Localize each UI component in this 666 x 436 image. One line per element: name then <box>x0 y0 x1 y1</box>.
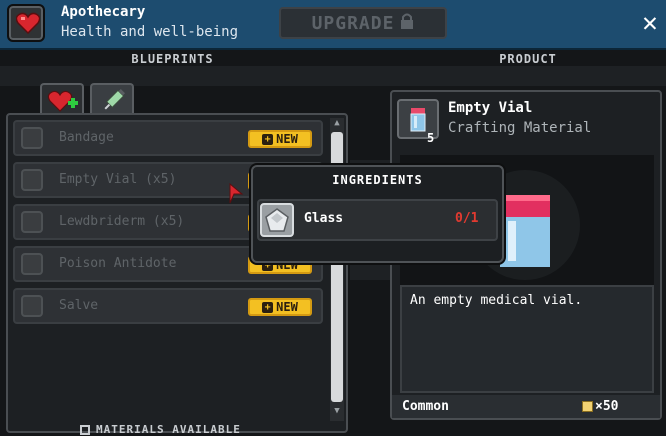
upgrade-button[interactable]: UPGRADE <box>279 7 447 39</box>
page-subtitle: Health and well-being <box>61 24 239 40</box>
ingredient-name: Glass <box>304 211 344 226</box>
blueprint-row[interactable]: Bandage + NEW <box>13 120 323 156</box>
blueprint-icon <box>21 295 43 317</box>
new-badge: +NEW <box>248 298 312 316</box>
ingredient-count: 0/1 <box>455 211 479 226</box>
blueprint-icon <box>21 127 43 149</box>
blueprint-label: Bandage <box>59 130 114 145</box>
price-value: ×50 <box>595 399 619 414</box>
materials-available-label: MATERIALS AVAILABLE <box>96 423 241 436</box>
new-badge: +NEW <box>248 130 312 148</box>
product-description: An empty medical vial. <box>410 293 583 308</box>
product-name: Empty Vial <box>448 100 533 116</box>
product-rarity: Common <box>402 399 449 414</box>
glass-icon <box>260 203 294 237</box>
page-title: Apothecary <box>61 4 146 20</box>
heart-icon <box>7 4 45 42</box>
product-price: ×50 <box>582 399 618 414</box>
blueprint-label: Poison Antidote <box>59 256 177 271</box>
close-icon[interactable]: ✕ <box>636 8 664 38</box>
pixel-currency-icon <box>582 401 593 412</box>
blueprint-icon <box>21 211 43 233</box>
checkbox-icon[interactable] <box>80 424 90 435</box>
blueprints-heading: BLUEPRINTS <box>131 52 214 66</box>
plus-icon: + <box>262 301 274 313</box>
lock-icon <box>400 13 414 34</box>
cursor-arrow-icon <box>228 182 244 209</box>
materials-available-toggle[interactable]: MATERIALS AVAILABLE <box>80 423 280 436</box>
blueprint-icon <box>21 253 43 275</box>
upgrade-label: UPGRADE <box>311 12 395 34</box>
badge-label: NEW <box>276 132 298 146</box>
product-heading: PRODUCT <box>499 52 557 66</box>
blueprint-icon <box>21 169 43 191</box>
badge-label: NEW <box>276 300 298 314</box>
blueprint-label: Empty Vial (x5) <box>59 172 177 187</box>
tab-medicine[interactable] <box>90 83 134 115</box>
blueprint-row[interactable]: Salve + NEW <box>13 288 323 324</box>
blueprint-label: Lewdbriderm (x5) <box>59 214 185 229</box>
blueprint-label: Salve <box>59 298 99 313</box>
scroll-up-arrow-icon[interactable]: ▲ <box>330 118 344 130</box>
product-quantity: 5 <box>427 131 435 145</box>
scroll-down-arrow-icon[interactable]: ▼ <box>330 406 344 418</box>
plus-icon: + <box>262 133 274 145</box>
product-type: Crafting Material <box>448 120 592 136</box>
tooltip-title: INGREDIENTS <box>332 173 423 187</box>
tab-health[interactable] <box>40 83 84 115</box>
